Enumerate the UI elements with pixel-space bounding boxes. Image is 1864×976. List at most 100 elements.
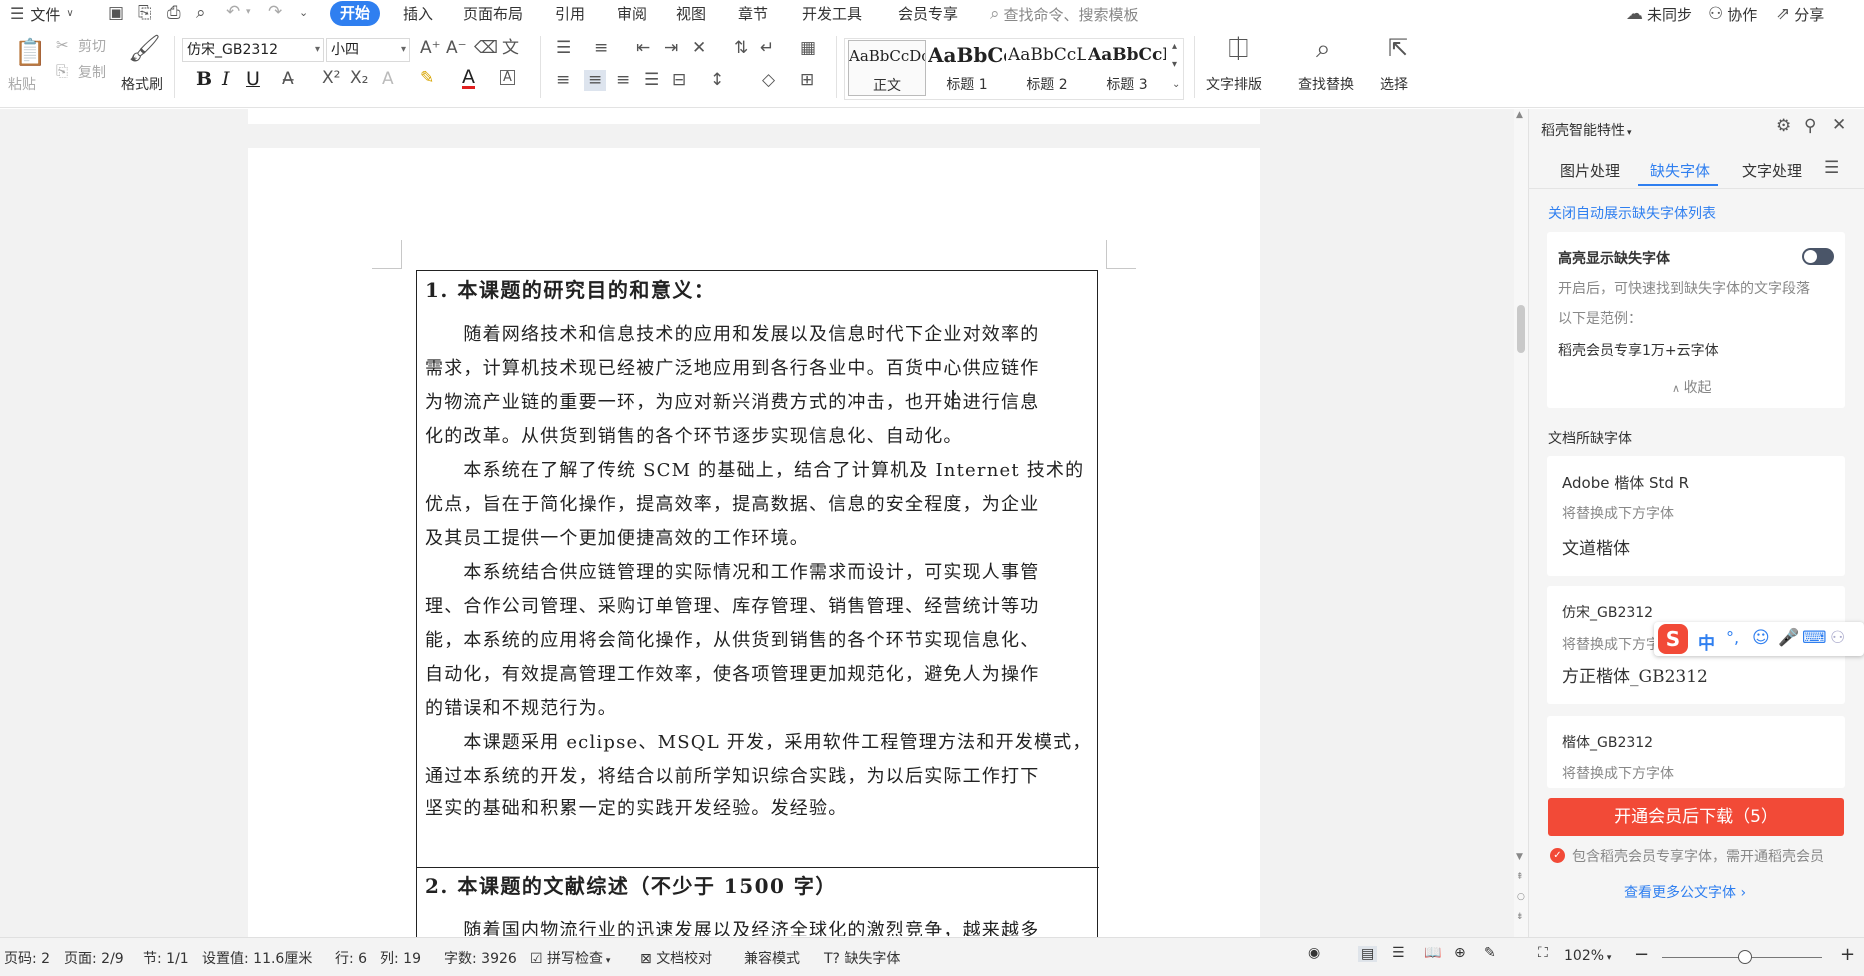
page-view-icon[interactable]: ▤ <box>1358 946 1378 962</box>
text-layout-button[interactable]: 文字排版 <box>1206 76 1262 94</box>
increase-indent-icon[interactable]: ⇥ <box>664 40 678 57</box>
style-normal[interactable]: AaBbCcDc 正文 <box>848 40 926 96</box>
missing-font-status[interactable]: T? 缺失字体 <box>824 948 900 968</box>
web-view-icon[interactable]: ⊕ <box>1454 946 1466 960</box>
text-effect-icon[interactable]: A <box>382 71 394 88</box>
command-search[interactable]: ⌕ 查找命令、搜索模板 <box>990 0 1139 28</box>
undo-icon[interactable]: ↶ <box>226 4 240 21</box>
gallery-scroll-up-icon[interactable]: ▴ <box>1172 42 1177 52</box>
style-heading-1[interactable]: AaBbCc 标题 1 <box>928 40 1006 96</box>
tab-references[interactable]: 引用 <box>555 0 585 28</box>
table-grid-icon[interactable]: ▦ <box>800 40 816 57</box>
setting-value[interactable]: 设置值: 11.6厘米 <box>202 948 312 968</box>
tab-review[interactable]: 审阅 <box>617 0 647 28</box>
decrease-indent-icon[interactable]: ⇤ <box>636 40 650 57</box>
clear-format-icon[interactable]: ⌫ <box>474 40 498 57</box>
bullet-list-icon[interactable]: ☰ <box>556 40 571 57</box>
row-info[interactable]: 行: 6 <box>335 948 367 968</box>
strikethrough-icon[interactable]: A̶ <box>282 71 294 88</box>
redo-icon[interactable]: ↷ <box>268 4 282 21</box>
prev-page-icon[interactable]: ⇞ <box>1516 873 1524 882</box>
eye-protect-icon[interactable]: ◉ <box>1308 946 1320 960</box>
outline-view-icon[interactable]: ☰ <box>1392 946 1405 960</box>
word-count[interactable]: 字数: 3926 <box>444 948 517 968</box>
ime-skin-icon[interactable]: ⚇ <box>1830 628 1845 648</box>
superscript-icon[interactable]: X² <box>322 70 340 87</box>
write-mode-icon[interactable]: ✎ <box>1484 946 1496 960</box>
share-button[interactable]: ⇗ 分享 <box>1776 0 1824 28</box>
page-number[interactable]: 页码: 2 <box>4 948 50 968</box>
collaborate-button[interactable]: ⚇ 协作 <box>1708 0 1757 28</box>
shading-icon[interactable]: ◇ <box>762 72 775 89</box>
ime-punct-icon[interactable]: °, <box>1726 628 1739 647</box>
close-icon[interactable]: ✕ <box>1832 117 1846 134</box>
pin-icon[interactable]: ⚲ <box>1804 118 1816 135</box>
undo-dropdown-icon[interactable]: ▾ <box>246 8 251 17</box>
more-official-fonts-link[interactable]: 查看更多公文字体 › <box>1624 882 1746 902</box>
distributed-icon[interactable]: ⊟ <box>672 72 686 89</box>
phonetic-guide-icon[interactable]: 文 <box>502 40 519 57</box>
tab-home[interactable]: 开始 <box>330 1 381 26</box>
print-icon[interactable]: ⎙ <box>167 5 181 22</box>
ime-keyboard-icon[interactable]: ⌨ <box>1802 628 1827 648</box>
chinese-layout-icon[interactable]: ✕ <box>692 40 706 57</box>
zoom-slider-thumb[interactable] <box>1738 950 1752 964</box>
tab-insert[interactable]: 插入 <box>403 0 433 28</box>
section-info[interactable]: 节: 1/1 <box>143 948 189 968</box>
paste-icon[interactable]: 📋 <box>14 40 46 66</box>
file-menu[interactable]: ☰ 文件 ∨ <box>10 0 74 28</box>
sort-icon[interactable]: ⇅ <box>734 40 748 57</box>
tab-developer[interactable]: 开发工具 <box>802 0 862 28</box>
tab-page-layout[interactable]: 页面布局 <box>463 0 523 28</box>
zoom-level[interactable]: 102% ▾ <box>1564 948 1611 964</box>
justify-icon[interactable]: ☰ <box>644 72 659 89</box>
customize-quick-access-icon[interactable]: ⌄ <box>299 7 308 18</box>
align-center-icon[interactable]: ≡ <box>584 70 607 91</box>
panel-tab-missing-fonts[interactable]: 缺失字体 <box>1650 160 1710 181</box>
gallery-scroll-down-icon[interactable]: ▾ <box>1172 60 1177 70</box>
grow-font-icon[interactable]: A⁺ <box>420 40 441 57</box>
ime-mode[interactable]: 中 <box>1698 629 1715 654</box>
italic-icon[interactable]: I <box>222 68 230 90</box>
page-count[interactable]: 页面: 2/9 <box>64 948 124 968</box>
browse-object-icon[interactable]: ○ <box>1517 893 1525 902</box>
tab-chapter[interactable]: 章节 <box>738 0 768 28</box>
doc-proofread[interactable]: ⊠ 文档校对 <box>640 948 712 968</box>
settings-icon[interactable]: ⚙ <box>1776 118 1791 135</box>
cut-button[interactable]: 剪切 <box>78 38 106 56</box>
panel-title[interactable]: 稻壳智能特性 ▾ <box>1541 120 1632 140</box>
panel-tab-text[interactable]: 文字处理 <box>1742 160 1802 181</box>
select-button[interactable]: 选择 <box>1380 76 1408 94</box>
close-auto-show-link[interactable]: 关闭自动展示缺失字体列表 <box>1548 203 1716 223</box>
spell-check[interactable]: ☑ 拼写检查 ▾ <box>530 948 610 968</box>
highlight-toggle[interactable] <box>1802 248 1834 265</box>
tab-member[interactable]: 会员专享 <box>898 0 958 28</box>
find-replace-button[interactable]: 查找替换 <box>1298 76 1354 94</box>
char-border-icon[interactable]: A <box>500 70 515 85</box>
more-menu-icon[interactable]: ☰ <box>1824 160 1839 177</box>
next-page-icon[interactable]: ⇟ <box>1516 913 1524 922</box>
line-spacing-icon[interactable]: ↕ <box>710 72 724 89</box>
reading-view-icon[interactable]: 📖 <box>1424 946 1441 960</box>
numbered-list-icon[interactable]: ≡ <box>594 40 608 57</box>
align-right-icon[interactable]: ≡ <box>616 72 630 89</box>
paste-button[interactable]: 粘贴 <box>8 76 36 94</box>
bold-icon[interactable]: B <box>196 68 212 90</box>
scroll-thumb[interactable] <box>1517 305 1525 353</box>
export-pdf-icon[interactable]: ⎘ <box>138 5 152 22</box>
style-heading-2[interactable]: AaBbCcL 标题 2 <box>1008 40 1086 96</box>
scroll-down-icon[interactable]: ▼ <box>1516 853 1523 862</box>
print-preview-icon[interactable]: ⌕ <box>196 5 206 22</box>
align-left-icon[interactable]: ≡ <box>556 72 570 89</box>
font-size-combo[interactable]: 小四 ▾ <box>326 38 410 62</box>
zoom-out-icon[interactable]: − <box>1634 944 1649 965</box>
highlight-icon[interactable]: ✎ <box>420 70 434 87</box>
ime-voice-icon[interactable]: 🎤 <box>1778 628 1799 648</box>
subscript-icon[interactable]: X₂ <box>350 70 368 87</box>
format-painter-button[interactable]: 格式刷 <box>121 76 163 94</box>
shrink-font-icon[interactable]: A⁻ <box>446 40 467 57</box>
vertical-scrollbar[interactable]: ▲ ▼ ⇞ ○ ⇟ <box>1514 109 1528 937</box>
copy-button[interactable]: 复制 <box>78 64 106 82</box>
ime-emoji-icon[interactable]: ☺ <box>1752 628 1770 648</box>
font-name-combo[interactable]: 仿宋_GB2312 ▾ <box>182 38 324 62</box>
